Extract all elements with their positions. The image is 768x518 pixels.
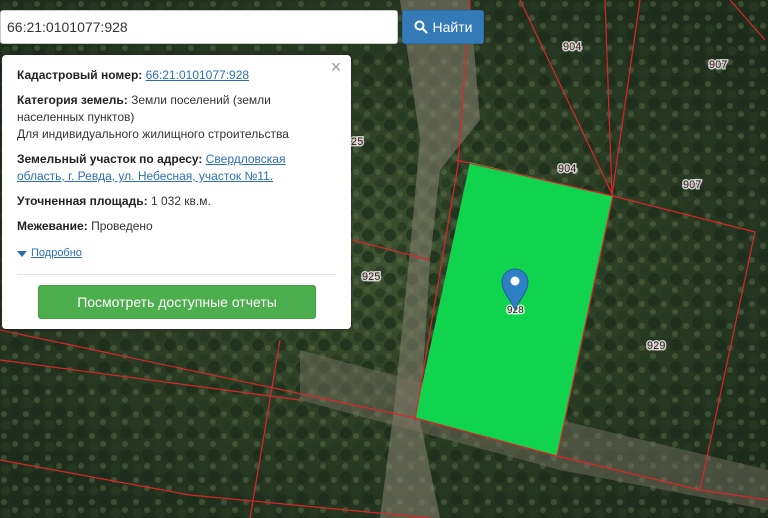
address-row: Земельный участок по адресу: Свердловска… (17, 151, 336, 185)
search-button[interactable]: Найти (402, 10, 484, 44)
parcel-label-925-partial: 25 (351, 136, 363, 148)
area-row: Уточненная площадь: 1 032 кв.м. (17, 193, 336, 210)
search-icon (414, 20, 428, 34)
survey-label: Межевание: (17, 219, 88, 233)
category-label: Категория земель: (17, 93, 128, 107)
cadastral-label: Кадастровый номер: (17, 68, 143, 82)
address-label: Земельный участок по адресу: (17, 152, 203, 166)
parcel-label-907-top: 907 (709, 59, 727, 71)
survey-value: Проведено (91, 219, 153, 233)
cadastral-link[interactable]: 66:21:0101077:928 (146, 68, 249, 82)
details-link[interactable]: Подробно (31, 245, 82, 262)
search-button-label: Найти (432, 19, 473, 35)
parcel-label-907: 907 (683, 179, 701, 191)
category-use: Для индивидуального жилищного строительс… (17, 127, 289, 141)
survey-row: Межевание: Проведено (17, 218, 336, 235)
search-input[interactable] (0, 10, 398, 44)
close-icon[interactable]: × (329, 58, 343, 76)
area-label: Уточненная площадь: (17, 194, 148, 208)
area-value: 1 032 кв.м. (150, 194, 211, 208)
parcel-label-925: 925 (362, 271, 380, 283)
details-toggle[interactable]: Подробно (17, 245, 336, 262)
caret-down-icon (17, 250, 27, 257)
parcel-label-929: 929 (647, 340, 665, 352)
parcel-label-904-top: 904 (563, 41, 581, 53)
parcel-label-904: 904 (558, 163, 576, 175)
divider (17, 274, 336, 275)
category-row: Категория земель: Земли поселений (земли… (17, 92, 336, 143)
parcel-info-popup: × Кадастровый номер: 66:21:0101077:928 К… (2, 55, 351, 329)
view-reports-button[interactable]: Посмотреть доступные отчеты (38, 285, 316, 319)
cadastral-row: Кадастровый номер: 66:21:0101077:928 (17, 67, 336, 84)
